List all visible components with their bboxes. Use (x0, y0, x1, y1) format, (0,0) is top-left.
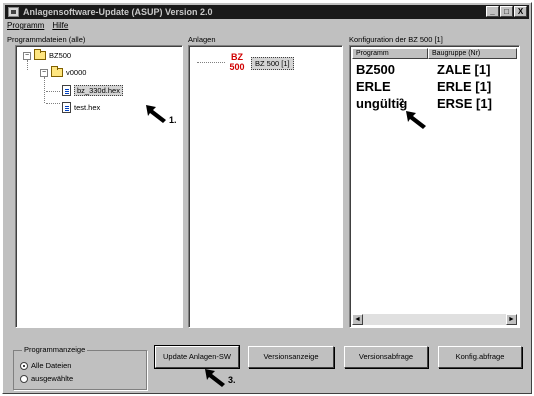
anlagen-list[interactable]: BZ 500 BZ 500 [1] (188, 45, 343, 328)
versionsanzeige-button[interactable]: Versionsanzeige (248, 346, 334, 368)
radio-alle-dateien[interactable]: Alle Dateien (20, 361, 71, 370)
maximize-button[interactable]: □ (500, 6, 513, 17)
konfiguration-label: Konfiguration der BZ 500 [1] (349, 35, 443, 44)
horizontal-scrollbar[interactable]: ◄ ► (352, 314, 517, 325)
app-icon (8, 7, 19, 17)
file-icon (62, 102, 71, 113)
radio-unchecked-icon[interactable] (20, 374, 28, 383)
scroll-left-icon[interactable]: ◄ (352, 314, 363, 325)
column-header-baugruppe[interactable]: Baugruppe (Nr) (428, 48, 517, 59)
anlagen-label: Anlagen (188, 35, 216, 44)
window-title: Anlagensoftware-Update (ASUP) Version 2.… (23, 7, 213, 17)
tree-label-bz330d: bz_330d.hex (74, 85, 123, 96)
list-row[interactable]: ERLE ERLE [1] (356, 79, 491, 94)
folder-icon (34, 49, 46, 60)
versionsabfrage-button[interactable]: Versionsabfrage (344, 346, 428, 368)
close-button[interactable]: X (514, 6, 527, 17)
tree-label-test: test.hex (74, 103, 101, 112)
pointer-arrow-icon (406, 111, 426, 129)
pointer-arrow-icon (205, 369, 225, 387)
step-label-3: 3. (228, 375, 236, 385)
minimize-button[interactable]: _ (486, 6, 499, 17)
tree-node-bz500[interactable]: − BZ500 (23, 49, 72, 60)
programmanzeige-group: Programmanzeige Alle Dateien ausgewählte (13, 345, 147, 390)
tree-node-v0000[interactable]: − v0000 (40, 66, 87, 77)
list-header: Programm Baugruppe (Nr) (352, 48, 517, 59)
update-anlagen-sw-button[interactable]: Update Anlagen-SW (154, 345, 240, 369)
configuration-list[interactable]: Programm Baugruppe (Nr) BZ500 ZALE [1] E… (349, 45, 520, 328)
pointer-arrow-icon (146, 105, 166, 123)
step-label-1: 1. (169, 115, 177, 125)
menu-hilfe[interactable]: Hilfe (52, 21, 68, 32)
tree-label-v0000: v0000 (66, 68, 87, 77)
title-bar: Anlagensoftware-Update (ASUP) Version 2.… (5, 5, 529, 19)
tree-node-file-bz330d[interactable]: bz_330d.hex (62, 85, 123, 96)
group-title: Programmanzeige (22, 345, 88, 354)
tree-node-file-test[interactable]: test.hex (62, 102, 100, 113)
menu-bar: Programm Hilfe (7, 21, 68, 32)
collapse-icon[interactable]: − (40, 68, 48, 77)
program-files-tree[interactable]: − BZ500 − v0000 bz_330d.hex test.hex (15, 45, 183, 328)
scroll-right-icon[interactable]: ► (506, 314, 517, 325)
collapse-icon[interactable]: − (23, 51, 31, 60)
folder-open-icon (51, 66, 63, 77)
konfigabfrage-button[interactable]: Konfig.abfrage (438, 346, 522, 368)
main-window: Anlagensoftware-Update (ASUP) Version 2.… (2, 2, 532, 394)
column-header-programm[interactable]: Programm (352, 48, 428, 59)
menu-programm[interactable]: Programm (7, 21, 44, 32)
tree-label-bz500: BZ500 (49, 51, 72, 60)
step-label-2: 2. (399, 97, 407, 107)
radio-ausgewaehlte[interactable]: ausgewählte (20, 374, 73, 383)
programmdateien-label: Programmdateien (alle) (7, 35, 86, 44)
file-icon (62, 85, 71, 96)
radio-checked-icon[interactable] (20, 361, 28, 370)
bz500-logo: BZ 500 (229, 52, 245, 72)
list-row[interactable]: BZ500 ZALE [1] (356, 62, 490, 77)
anlage-item-bz500[interactable]: BZ 500 [1] (251, 57, 294, 70)
